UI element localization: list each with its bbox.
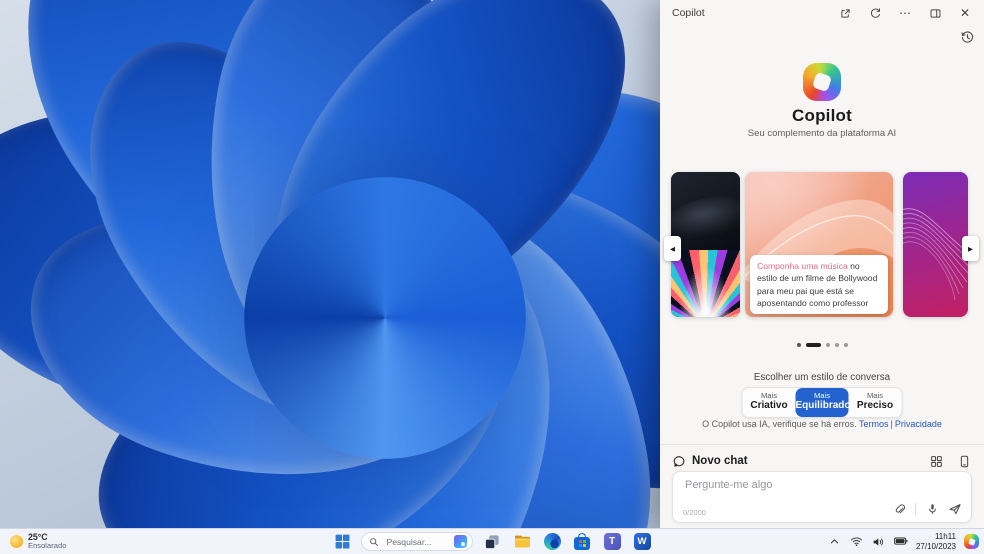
tray-time: 11h11 [934,531,956,541]
style-option-top: Mais [813,391,831,400]
phone-icon[interactable] [957,454,971,468]
composer-divider [915,503,916,515]
grid-icon[interactable] [929,454,943,468]
send-icon[interactable] [948,502,962,516]
word-icon[interactable]: W [631,531,653,553]
file-explorer-icon[interactable] [511,531,533,553]
ai-disclaimer: O Copilot usa IA, verifique se há erros.… [660,419,984,429]
more-options-icon[interactable]: ⋯ [898,6,912,20]
mic-icon[interactable] [925,502,939,516]
close-icon[interactable]: ✕ [958,6,972,20]
chevron-up-icon[interactable] [828,535,842,549]
copilot-hero-subtitle: Seu complemento da plataforma AI [747,128,897,139]
carousel-card-bollywood-prompt[interactable]: Componha uma música no estilo de um film… [745,172,893,317]
style-option-equilibrado[interactable]: Mais Equilibrado [795,388,851,417]
split-window-icon[interactable] [928,6,942,20]
taskbar: 25°C Ensolarado Pesquisar... T W 11h11 2… [0,528,984,554]
carousel-dots [660,343,984,347]
carousel-card-car-artwork[interactable] [671,172,740,317]
style-option-criativo[interactable]: Mais Criativo [743,388,796,417]
new-chat-label: Novo chat [692,455,748,467]
style-option-name: Criativo [750,400,788,412]
carousel-dot-active[interactable] [805,343,821,347]
carousel-dot[interactable] [825,343,830,347]
open-in-new-window-icon[interactable] [838,6,852,20]
attach-icon[interactable] [892,502,906,516]
panel-divider [660,444,984,445]
microsoft-flag-icon [578,539,586,547]
carousel-next-button[interactable]: ▶ [962,236,979,261]
conversation-style-label: Escolher um estilo de conversa [753,372,891,383]
system-tray: 11h11 27/10/2023 [828,529,981,554]
prompt-highlight: Componha uma música [757,261,848,272]
copilot-hero-title: Copilot [792,106,852,125]
microsoft-store-icon[interactable] [571,531,593,553]
light-burst [671,250,740,317]
wallpaper-bloom-core [244,177,526,459]
carousel-card-magenta-waves[interactable] [903,172,968,317]
task-view-button[interactable] [481,531,503,553]
style-option-preciso[interactable]: Mais Preciso [849,388,902,417]
chat-composer: 0/2000 [672,471,972,523]
refresh-icon[interactable] [868,6,882,20]
link-separator: | [890,419,893,429]
new-chat-row: Novo chat [672,450,971,472]
history-icon[interactable] [959,29,975,45]
carousel-dot[interactable] [843,343,848,347]
style-option-top: Mais [760,391,778,400]
suggestion-prompt: Componha uma música no estilo de um film… [750,255,888,314]
composer-actions [892,502,962,516]
terms-link[interactable]: Termos [859,419,889,429]
tray-clock[interactable]: 11h11 27/10/2023 [916,532,956,552]
copilot-panel-header: Copilot ⋯ ✕ [660,0,984,26]
style-option-name: Equilibrado [795,400,851,412]
copilot-tray-icon[interactable] [964,534,979,549]
carousel-dot[interactable] [796,343,801,347]
chat-input[interactable] [683,478,961,492]
carousel-prev-icon: ◀ [670,245,675,253]
battery-icon[interactable] [894,535,908,549]
start-button[interactable] [331,531,353,553]
disclaimer-text: O Copilot usa IA, verifique se há erros. [702,419,857,429]
copilot-logo [803,63,841,101]
edge-icon[interactable] [541,531,563,553]
conversation-style-chooser: Mais Criativo Mais Equilibrado Mais Prec… [741,387,903,418]
new-chat-icon [672,454,686,468]
panel-header-actions: ⋯ ✕ [838,6,972,20]
style-option-name: Preciso [856,400,894,412]
taskbar-search[interactable] [361,532,473,551]
style-option-top: Mais [866,391,884,400]
volume-icon[interactable] [872,535,886,549]
tray-date: 27/10/2023 [915,541,956,551]
carousel-dot[interactable] [834,343,839,347]
panel-title: Copilot [672,7,705,19]
char-counter: 0/2000 [683,508,706,517]
carousel-prev-button[interactable]: ◀ [664,236,681,261]
privacy-link[interactable]: Privacidade [895,419,942,429]
search-highlights-icon[interactable] [454,535,467,548]
taskbar-search-input[interactable] [384,535,451,548]
teams-icon[interactable]: T [601,531,623,553]
new-chat-button[interactable]: Novo chat [672,454,748,468]
new-chat-actions [929,454,971,468]
magenta-wave-lines [903,208,968,301]
wifi-icon[interactable] [850,535,864,549]
suggestion-carousel: Componha uma música no estilo de um film… [660,172,984,317]
search-icon [367,535,380,549]
copilot-panel: Copilot ⋯ ✕ Copilot Seu complemento da p… [660,0,984,528]
carousel-next-icon: ▶ [968,245,973,253]
